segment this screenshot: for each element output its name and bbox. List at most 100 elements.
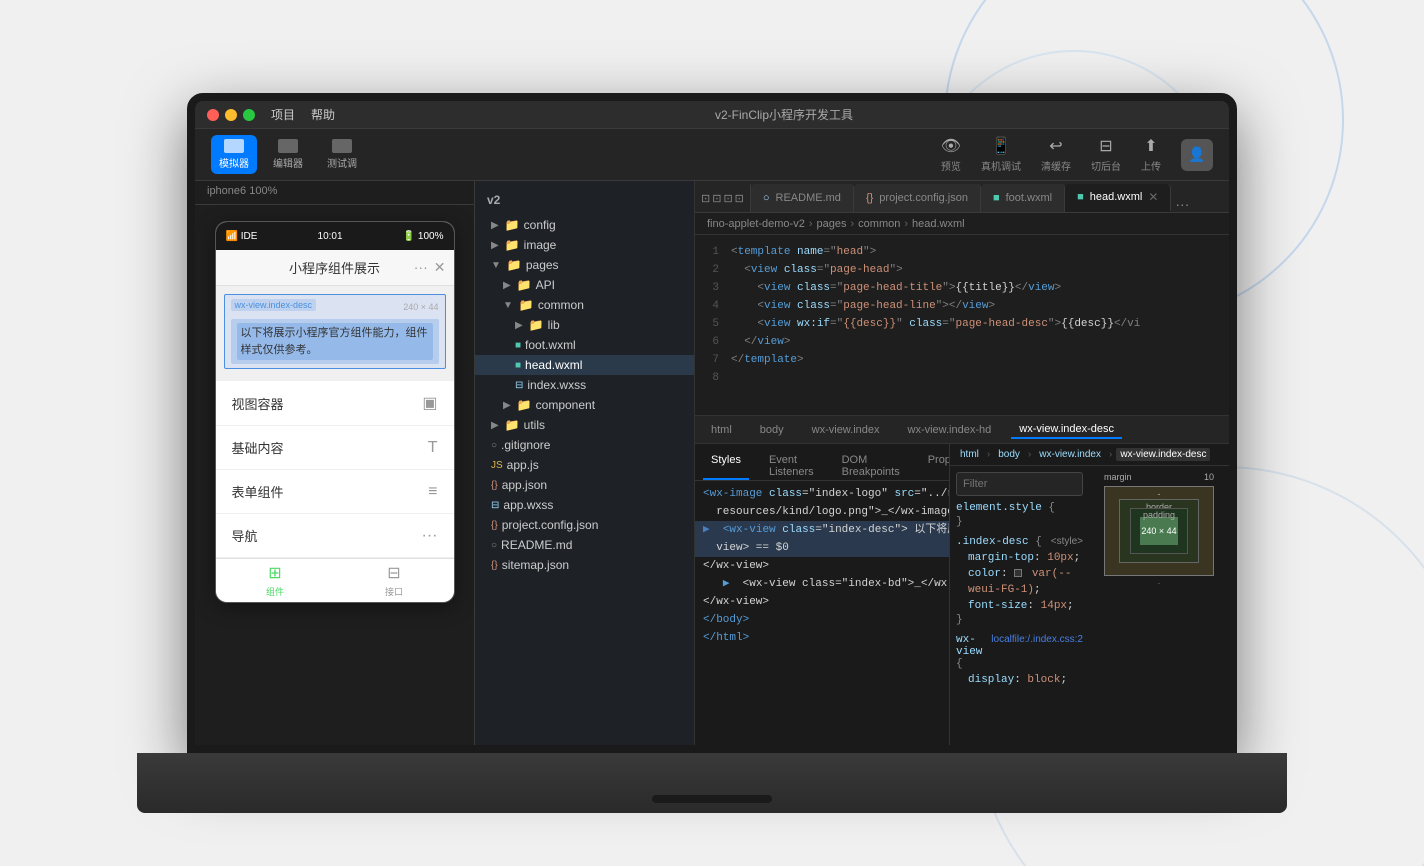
preview-action[interactable]: 👁 预览	[941, 136, 961, 173]
upload-action[interactable]: ⬆ 上传	[1141, 136, 1161, 173]
tree-root-header: v2	[475, 189, 694, 215]
folder-icon: 📁	[505, 418, 520, 432]
test-icon	[332, 139, 352, 153]
tab-close-icon[interactable]: ✕	[1148, 190, 1158, 204]
tree-item-pages[interactable]: ▼ 📁 pages	[475, 255, 694, 275]
code-content[interactable]: 1 <template name="head"> 2 <view	[695, 235, 1229, 415]
simulator-button[interactable]: 模拟器	[211, 135, 257, 174]
breadcrumb-sep-1: ›	[851, 218, 855, 230]
tree-item-component[interactable]: ▶ 📁 component	[475, 395, 694, 415]
bottom-panel: html body wx-view.index wx-view.index-hd…	[695, 415, 1229, 745]
menu-project[interactable]: 项目	[271, 106, 295, 123]
tree-item-app-wxss[interactable]: ⊟ app.wxss	[475, 495, 694, 515]
tree-item-gitignore[interactable]: ○ .gitignore	[475, 435, 694, 455]
phone-mockup: 📶 IDE 10:01 🔋 100% 小程序组件展示	[195, 205, 474, 745]
menu-help[interactable]: 帮助	[311, 106, 335, 123]
elem-html[interactable]: html	[956, 448, 983, 461]
tree-item-common[interactable]: ▼ 📁 common	[475, 295, 694, 315]
tree-item-project-json[interactable]: {} project.config.json	[475, 515, 694, 535]
html-tab[interactable]: html	[703, 422, 740, 438]
html-line-9: </html>	[695, 629, 949, 647]
chevron-icon: ▶	[491, 240, 499, 251]
wx-view-index-desc-tab[interactable]: wx-view.index-desc	[1011, 421, 1122, 439]
toolbar-actions: 👁 预览 📱 真机调试 ↩ 清缓存 ⊟ 切后台	[941, 136, 1213, 173]
clear-cache-action[interactable]: ↩ 清缓存	[1041, 136, 1071, 173]
maximize-button[interactable]	[243, 109, 255, 121]
nav-item-views[interactable]: 视图容器 ▣	[216, 381, 454, 426]
bottom-nav-api[interactable]: ⊟ 接口	[335, 563, 454, 598]
tree-item-label: API	[536, 278, 555, 292]
real-device-action[interactable]: 📱 真机调试	[981, 136, 1021, 173]
cut-backend-action[interactable]: ⊟ 切后台	[1091, 136, 1121, 173]
tree-item-config[interactable]: ▶ 📁 config	[475, 215, 694, 235]
editor-icon	[278, 139, 298, 153]
tree-item-label: app.json	[502, 478, 547, 492]
elem-wx-desc[interactable]: wx-view.index-desc	[1116, 448, 1210, 461]
tab-foot-wxml[interactable]: ■ foot.wxml	[981, 184, 1065, 212]
styles-rules: :hov .cls + element.style { }	[950, 466, 1089, 745]
file-actions-icon2: ⊡	[712, 192, 721, 205]
toolbar: 模拟器 编辑器 测试调 👁 预览	[195, 129, 1229, 181]
line-number: 5	[695, 315, 731, 333]
nav-item-basic[interactable]: 基础内容 T	[216, 426, 454, 470]
zoom-level: 100%	[249, 185, 277, 197]
tree-item-app-json[interactable]: {} app.json	[475, 475, 694, 495]
phone-time: 10:01	[318, 231, 343, 242]
content-size: 240 × 44	[1140, 517, 1178, 545]
html-line-8: </body>	[695, 611, 949, 629]
tree-item-label: image	[524, 238, 557, 252]
tree-item-index-wxss[interactable]: ⊟ index.wxss	[475, 375, 694, 395]
folder-icon: 📁	[505, 218, 520, 232]
tree-item-label: head.wxml	[525, 358, 582, 372]
close-button[interactable]	[207, 109, 219, 121]
nav-item-nav[interactable]: 导航 ···	[216, 514, 454, 558]
avatar[interactable]: 👤	[1181, 139, 1213, 171]
tree-item-label: foot.wxml	[525, 338, 576, 352]
wx-view-index-tab[interactable]: wx-view.index	[804, 422, 888, 438]
laptop-container: 项目 帮助 v2-FinClip小程序开发工具 模拟器 编辑器	[137, 53, 1287, 813]
style-source: <style>	[1051, 536, 1083, 547]
tree-item-image[interactable]: ▶ 📁 image	[475, 235, 694, 255]
json-file-icon: {}	[491, 520, 498, 531]
battery-icon: 🔋 100%	[403, 231, 444, 242]
tree-item-sitemap[interactable]: {} sitemap.json	[475, 555, 694, 575]
tree-item-utils[interactable]: ▶ 📁 utils	[475, 415, 694, 435]
line-number: 4	[695, 297, 731, 315]
dom-breakpoints-tab[interactable]: DOM Breakpoints	[834, 452, 908, 480]
body-tab[interactable]: body	[752, 422, 792, 438]
tree-item-readme[interactable]: ○ README.md	[475, 535, 694, 555]
properties-tab[interactable]: Properties	[920, 452, 949, 480]
refresh-icon: ↩	[1049, 136, 1062, 156]
tab-readme[interactable]: ○ README.md	[751, 184, 854, 212]
file-actions-icon4: ⊡	[735, 192, 744, 205]
preview-label: 预览	[941, 158, 961, 173]
test-button[interactable]: 测试调	[319, 135, 365, 174]
elem-body[interactable]: body	[994, 448, 1024, 461]
filter-input[interactable]	[963, 478, 1089, 490]
tree-item-app-js[interactable]: JS app.js	[475, 455, 694, 475]
tree-item-lib[interactable]: ▶ 📁 lib	[475, 315, 694, 335]
line-number: 6	[695, 333, 731, 351]
editor-button[interactable]: 编辑器	[265, 135, 311, 174]
event-listeners-tab[interactable]: Event Listeners	[761, 452, 822, 480]
api-icon: ⊟	[387, 563, 400, 583]
tab-head-wxml[interactable]: ■ head.wxml ✕	[1065, 184, 1171, 212]
elem-wx-index[interactable]: wx-view.index	[1035, 448, 1105, 461]
bottom-nav-components[interactable]: ⊞ 组件	[216, 563, 335, 598]
tab-project-json[interactable]: {} project.config.json	[854, 184, 981, 212]
wx-view-index-hd-tab[interactable]: wx-view.index-hd	[900, 422, 1000, 438]
minimize-button[interactable]	[225, 109, 237, 121]
code-line-1: 1 <template name="head">	[695, 243, 1229, 261]
html-line-4: view> == $0	[695, 539, 949, 557]
styles-devtool-tab[interactable]: Styles	[703, 452, 749, 480]
more-tabs-icon[interactable]: ···	[1175, 196, 1189, 212]
margin-top-val: -	[1158, 489, 1161, 499]
phone-status-right: 🔋 100%	[403, 231, 444, 242]
tree-item-foot-wxml[interactable]: ■ foot.wxml	[475, 335, 694, 355]
tree-item-api[interactable]: ▶ 📁 API	[475, 275, 694, 295]
nav-item-form[interactable]: 表单组件 ≡	[216, 470, 454, 514]
upload-label: 上传	[1141, 158, 1161, 173]
style-selector-wx: wx-view {	[956, 634, 991, 670]
tree-item-head-wxml[interactable]: ■ head.wxml	[475, 355, 694, 375]
breadcrumb-part-3: head.wxml	[912, 218, 965, 230]
